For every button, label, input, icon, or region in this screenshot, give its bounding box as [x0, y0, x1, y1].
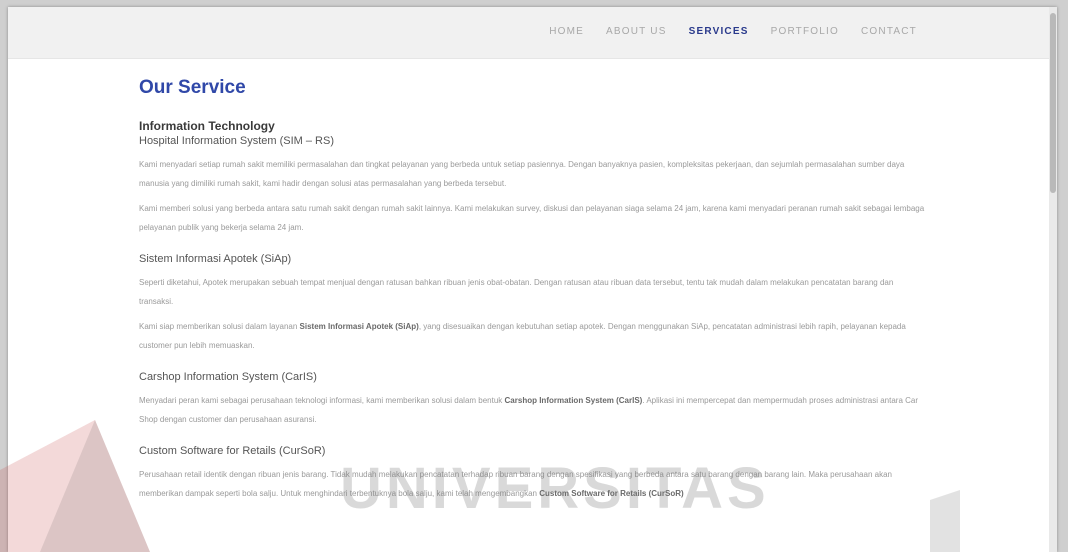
page-title: Our Service — [139, 77, 246, 98]
nav-services[interactable]: SERVICES — [689, 26, 749, 37]
bold-product-name: Sistem Informasi Apotek (SiAp) — [299, 322, 419, 331]
service-apotek: Sistem Informasi Apotek (SiAp) Seperti d… — [139, 253, 929, 355]
nav-about-us[interactable]: ABOUT US — [606, 26, 667, 37]
nav-portfolio[interactable]: PORTFOLIO — [771, 26, 839, 37]
watermark-text: UNIVERSITAS — [340, 456, 770, 521]
service-carshop: Carshop Information System (CarIS) Menya… — [139, 371, 929, 429]
vertical-scrollbar[interactable] — [1049, 7, 1057, 552]
main-content: Our Service Information Technology Hospi… — [139, 77, 929, 503]
service-paragraph: Seperti diketahui, Apotek merupakan sebu… — [139, 278, 894, 306]
main-nav: HOME ABOUT US SERVICES PORTFOLIO CONTACT — [549, 26, 917, 37]
service-paragraph: Kami menyadari setiap rumah sakit memili… — [139, 160, 905, 188]
bold-product-name: Carshop Information System (CarIS) — [504, 396, 643, 405]
service-title: Hospital Information System (SIM – RS) — [139, 135, 335, 147]
top-navbar: HOME ABOUT US SERVICES PORTFOLIO CONTACT — [8, 7, 1057, 59]
service-title: Carshop Information System (CarIS) — [139, 371, 317, 383]
text-span: Menyadari peran kami sebagai perusahaan … — [139, 396, 505, 405]
service-paragraph: Menyadari peran kami sebagai perusahaan … — [139, 391, 929, 429]
nav-home[interactable]: HOME — [549, 26, 584, 37]
service-paragraph: Kami siap memberikan solusi dalam layana… — [139, 317, 929, 355]
text-span: Kami siap memberikan solusi dalam layana… — [139, 322, 300, 331]
service-paragraph: Kami memberi solusi yang berbeda antara … — [139, 204, 925, 232]
service-title: Sistem Informasi Apotek (SiAp) — [139, 253, 292, 265]
scrollbar-thumb[interactable] — [1050, 13, 1056, 193]
service-hospital: Hospital Information System (SIM – RS) K… — [139, 135, 929, 237]
section-title: Information Technology — [139, 119, 275, 133]
nav-contact[interactable]: CONTACT — [861, 26, 917, 37]
